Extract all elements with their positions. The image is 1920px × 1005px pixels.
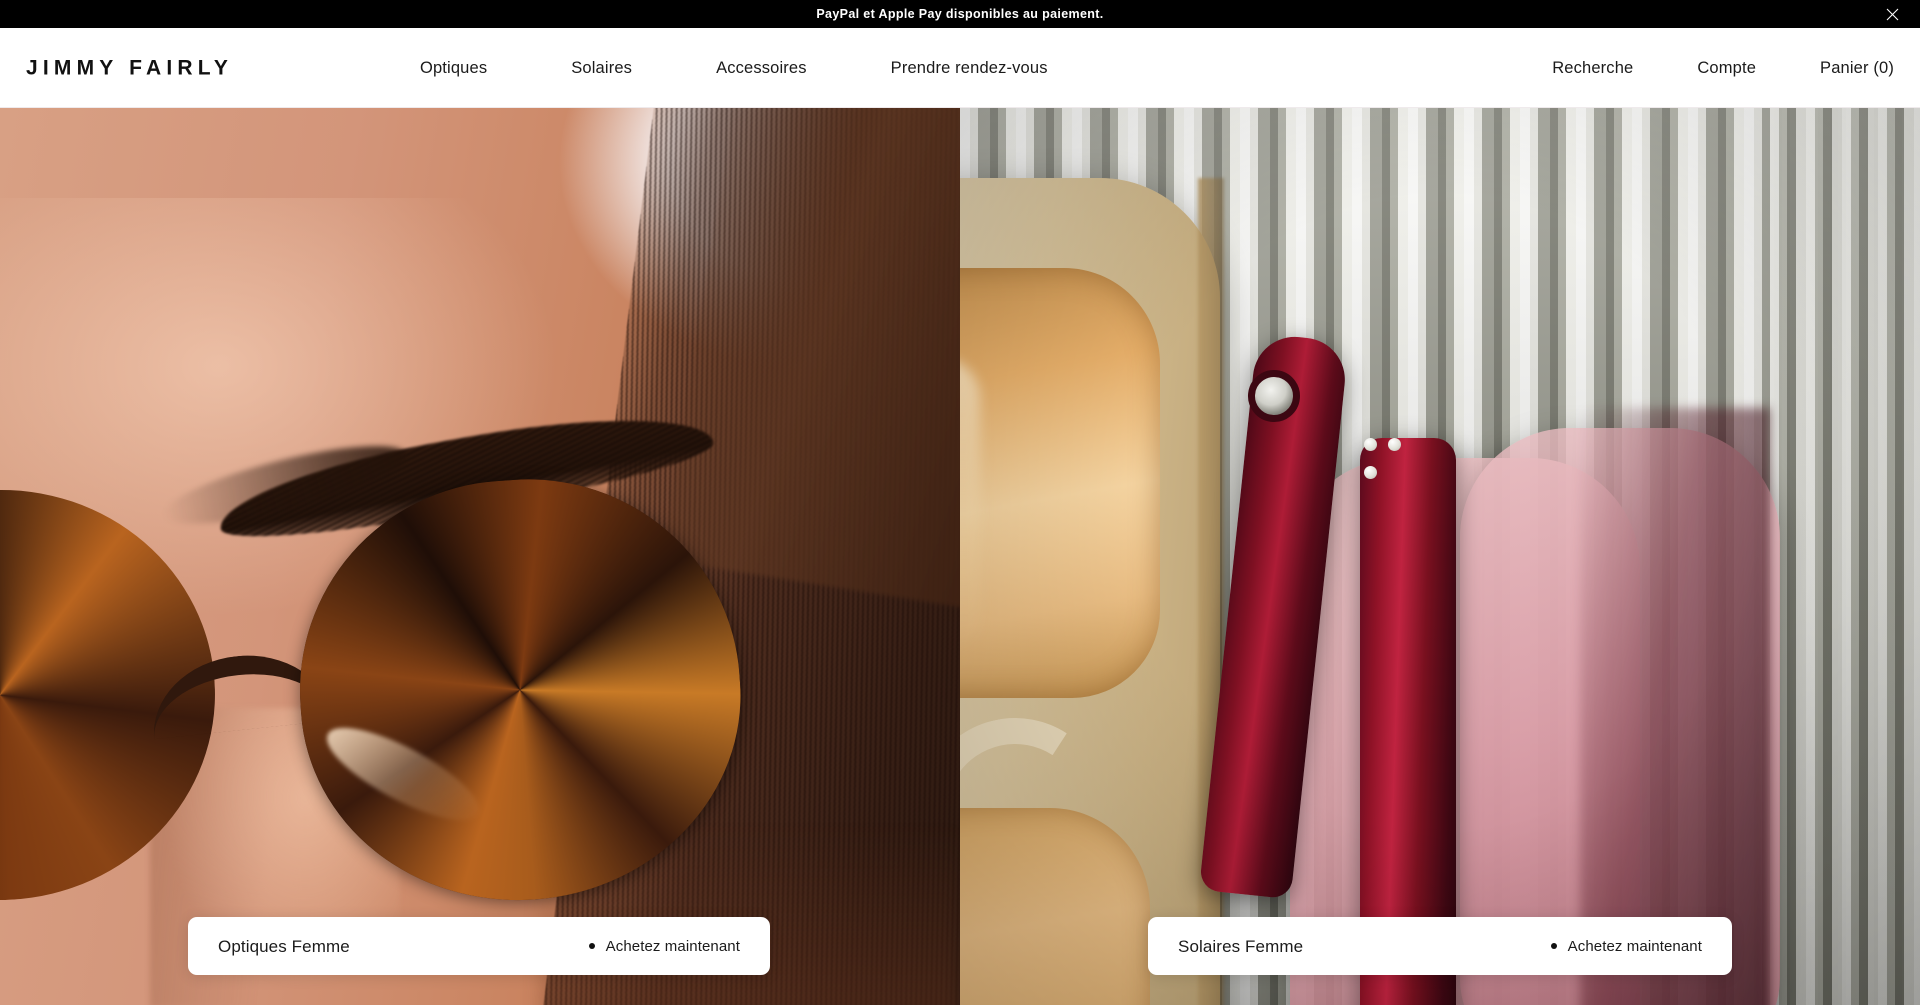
nav-item-compte[interactable]: Compte xyxy=(1697,59,1756,76)
bullet-dot-icon xyxy=(588,943,595,949)
nav-item-accessoires[interactable]: Accessoires xyxy=(716,59,807,76)
announcement-bar: PayPal et Apple Pay disponibles au paiem… xyxy=(0,0,1920,28)
main-navigation: Optiques Solaires Accessoires Prendre re… xyxy=(420,59,1048,76)
panel-vignette xyxy=(960,108,1920,1005)
promo-card-cta[interactable]: Achetez maintenant xyxy=(1550,937,1702,955)
nav-item-solaires[interactable]: Solaires xyxy=(571,59,632,76)
promo-card-cta[interactable]: Achetez maintenant xyxy=(588,937,740,955)
promo-card-cta-label: Achetez maintenant xyxy=(1567,937,1702,955)
promo-card-optiques[interactable]: Optiques Femme Achetez maintenant xyxy=(188,917,770,975)
nav-item-prendre-rendez-vous[interactable]: Prendre rendez-vous xyxy=(891,59,1048,76)
announcement-text: PayPal et Apple Pay disponibles au paiem… xyxy=(816,6,1104,21)
site-header: JIMMY FAIRLY Optiques Solaires Accessoir… xyxy=(0,28,1920,108)
hero-panel-solaires[interactable]: Solaires Femme Achetez maintenant xyxy=(960,108,1920,1005)
hero-panel-optiques[interactable]: Optiques Femme Achetez maintenant xyxy=(0,108,960,1005)
nav-item-optiques[interactable]: Optiques xyxy=(420,59,487,76)
page-root: PayPal et Apple Pay disponibles au paiem… xyxy=(0,0,1920,1005)
nav-item-recherche[interactable]: Recherche xyxy=(1552,59,1633,76)
logo-jimmy-fairly[interactable]: JIMMY FAIRLY xyxy=(26,57,233,78)
nav-item-panier[interactable]: Panier (0) xyxy=(1820,59,1894,76)
bullet-dot-icon xyxy=(1550,943,1557,949)
close-icon[interactable] xyxy=(1882,4,1902,24)
promo-card-solaires[interactable]: Solaires Femme Achetez maintenant xyxy=(1148,917,1732,975)
hero-section: Optiques Femme Achetez maintenant Solair… xyxy=(0,108,1920,1005)
promo-card-cta-label: Achetez maintenant xyxy=(605,937,740,955)
promo-card-title: Solaires Femme xyxy=(1178,936,1304,956)
promo-card-title: Optiques Femme xyxy=(218,936,350,956)
utility-navigation: Recherche Compte Panier (0) xyxy=(1488,59,1894,76)
